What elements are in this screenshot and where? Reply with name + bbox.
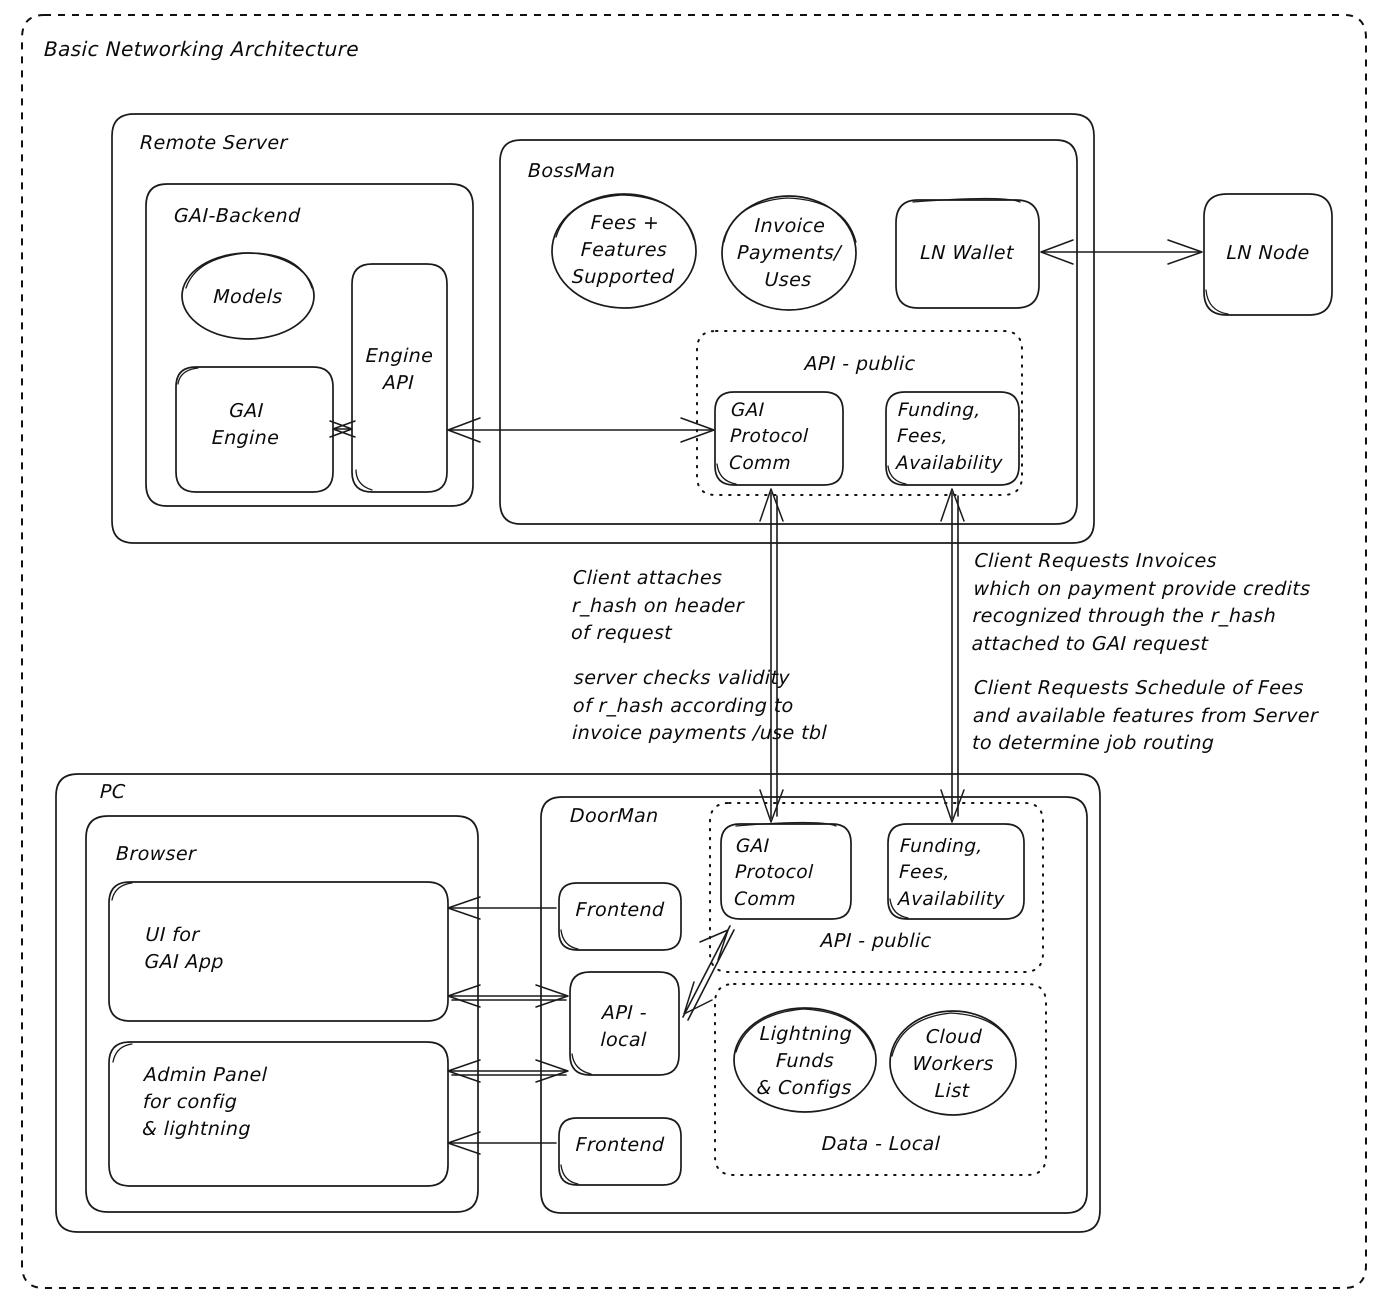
right-note-2: Client Requests Schedule of Fees and ava… bbox=[971, 677, 1319, 755]
arrow-ln-wallet-ln-node bbox=[1040, 239, 1203, 265]
funding-fees-availability-client-label: Funding, Fees, Availability bbox=[897, 836, 1006, 910]
arrow-frontend-bottom-admin-panel bbox=[447, 1131, 557, 1155]
gai-protocol-comm-client-label: GAI Protocol Comm bbox=[733, 836, 814, 910]
doorman-label: DoorMan bbox=[569, 805, 659, 827]
pc-label: PC bbox=[99, 781, 126, 803]
api-local-label: API - local bbox=[600, 1002, 648, 1051]
bossman-label: BossMan bbox=[527, 160, 616, 182]
models-label: Models bbox=[212, 286, 284, 308]
browser-label: Browser bbox=[115, 843, 197, 865]
frontend-bottom-label: Frontend bbox=[575, 1134, 665, 1156]
funding-fees-availability-server-label: Funding, Fees, Availability bbox=[895, 400, 1004, 474]
data-local-label: Data - Local bbox=[821, 1133, 941, 1155]
gai-backend-label: GAI-Backend bbox=[173, 205, 301, 227]
left-note-2: server checks validity of r_hash accordi… bbox=[571, 667, 828, 745]
arrow-api-local-gai-protocol-comm-client bbox=[682, 925, 735, 1021]
arrow-api-local-ui bbox=[447, 984, 569, 1008]
browser-box bbox=[85, 815, 479, 1213]
arrow-api-local-admin-panel bbox=[447, 1059, 569, 1083]
gai-protocol-comm-server-label: GAI Protocol Comm bbox=[728, 400, 809, 474]
left-note-1: Client attaches r_hash on header of requ… bbox=[570, 567, 745, 645]
ui-for-gai-app-label: UI for GAI App bbox=[144, 924, 225, 973]
engine-api-label: Engine API bbox=[365, 345, 434, 394]
gai-engine-label: GAI Engine bbox=[211, 400, 280, 449]
remote-server-label: Remote Server bbox=[139, 132, 289, 154]
invoice-payments-uses-label: Invoice Payments/ Uses bbox=[736, 215, 842, 291]
arrow-funding-fees-availability-vertical bbox=[940, 488, 965, 823]
ln-wallet-label: LN Wallet bbox=[919, 242, 1015, 264]
arrow-engine-api-gai-protocol-comm bbox=[447, 417, 715, 443]
cloud-workers-list-label: Cloud Workers List bbox=[911, 1026, 995, 1102]
api-public-client-label: API - public bbox=[820, 930, 932, 952]
page-title: Basic Networking Architecture bbox=[43, 37, 360, 61]
fees-features-supported-label: Fees + Features Supported bbox=[571, 212, 675, 288]
api-public-server-label: API - public bbox=[804, 353, 916, 375]
frontend-top-label: Frontend bbox=[575, 899, 665, 921]
lightning-funds-configs-label: Lightning Funds & Configs bbox=[756, 1023, 853, 1099]
admin-panel-label: Admin Panel for config & lightning bbox=[141, 1064, 268, 1140]
architecture-diagram: Basic Networking Architecture Remote Ser… bbox=[0, 0, 1396, 1297]
ln-node-label: LN Node bbox=[1226, 242, 1311, 264]
right-note-1: Client Requests Invoices which on paymen… bbox=[971, 550, 1311, 655]
arrow-gai-protocol-comm-vertical bbox=[759, 488, 784, 823]
arrow-frontend-top-ui bbox=[447, 896, 557, 920]
